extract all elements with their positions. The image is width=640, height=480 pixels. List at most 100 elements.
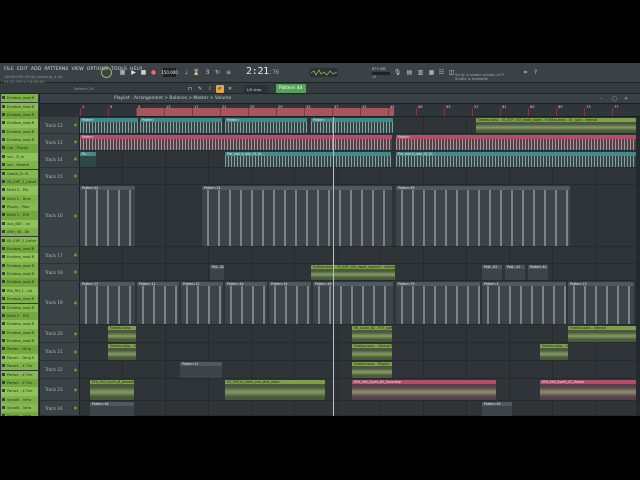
- pattern-clip[interactable]: Pattern 47: [180, 362, 222, 378]
- close-icon[interactable]: ✕: [624, 96, 628, 102]
- browser-channel-item[interactable]: 05_EXP_1_Lohar: [1, 236, 38, 245]
- browser-channel-item[interactable]: Parsec - 4 Tim: [1, 370, 38, 379]
- audio-clip[interactable]: EFX_040_Synth_B_whoosh: [90, 380, 134, 400]
- audio-clip[interactable]: Endless bass - Interval 63: [352, 344, 392, 360]
- browser-channel-item[interactable]: scz - Reverb: [1, 161, 38, 170]
- browser-channel-item[interactable]: Endless_mod.R: [1, 261, 38, 270]
- browser-channel-item[interactable]: Endless_mod.R: [1, 320, 38, 329]
- browser-channel-item[interactable]: Endless_mod.R: [1, 303, 38, 312]
- track-header[interactable]: Track 20: [40, 325, 80, 343]
- track-header[interactable]: Track 15: [40, 168, 80, 185]
- browser-channel-item[interactable]: Synakt - Infra: [1, 404, 38, 413]
- playlist-arrangement[interactable]: Pattern Pattern Pattern Pattern Endless …: [80, 117, 640, 416]
- pattern-clip[interactable]: Pattern 65: [396, 186, 570, 246]
- pencil-icon[interactable]: ✎: [196, 85, 204, 93]
- pattern-clip[interactable]: Patt...61: [482, 265, 502, 280]
- piano-roll-icon[interactable]: ▥: [416, 68, 425, 77]
- browser-channel-item[interactable]: Endless_mod.R: [1, 244, 38, 254]
- master-volume-knob[interactable]: [101, 67, 112, 78]
- browser-channel-item[interactable]: Endless_mod.R: [1, 270, 38, 279]
- menu-edit[interactable]: EDIT: [17, 67, 28, 72]
- audio-clip[interactable]: Endless bass - Inter: [108, 344, 136, 360]
- track-mute-led[interactable]: [74, 388, 77, 391]
- browser-channel-item[interactable]: Endless_mod.R: [1, 136, 38, 145]
- browser-channel-item[interactable]: scz - R_m: [1, 152, 38, 161]
- audio-clip[interactable]: Endless bass - Interval: [540, 344, 568, 360]
- browser-channel-item[interactable]: aux_687 - sn: [1, 219, 38, 228]
- step-edit-icon[interactable]: ≡: [224, 68, 233, 77]
- magnet-icon[interactable]: ⊓: [186, 85, 194, 93]
- loop-record-icon[interactable]: ↻: [213, 68, 222, 77]
- browser-channel-item[interactable]: Endless_mod.R: [1, 127, 38, 136]
- browser-channel-item[interactable]: Gated_CL R-: [1, 169, 38, 178]
- mic-icon[interactable]: 🎙: [393, 68, 402, 77]
- track-header[interactable]: Track 12: [40, 117, 80, 134]
- mixer-icon[interactable]: ☷: [437, 68, 446, 77]
- track-header[interactable]: Track 13: [40, 134, 80, 151]
- audio-clip[interactable]: Endless bass - 05_EXP_150_kwad_inspired …: [311, 265, 395, 280]
- browser-channel-item[interactable]: rub - Plucky: [1, 144, 38, 153]
- track-header[interactable]: Track 24: [40, 401, 80, 416]
- timeline-ruler[interactable]: 1 5 9 13 17 21 25 29 33 37 41 45 49 53 57 61 65 69 73 77: [80, 105, 640, 117]
- audio-clip[interactable]: Endless bass: [108, 326, 136, 342]
- track-mute-led[interactable]: [74, 157, 77, 161]
- draw-tool-icon[interactable]: ✐: [216, 85, 224, 93]
- browser-channel-item[interactable]: Parsec - Dmg K: [1, 353, 38, 362]
- time-display[interactable]: 2:21:76: [246, 66, 279, 77]
- menu-file[interactable]: FILE: [4, 67, 14, 72]
- browser-channel-item[interactable]: Endless_mod.R: [1, 328, 38, 337]
- track-mute-led[interactable]: [74, 140, 77, 144]
- pattern-clip[interactable]: Pattern 24: [202, 186, 392, 246]
- pattern-clip[interactable]: Pattern: [396, 135, 636, 150]
- pattern-clip[interactable]: Pre_mid in_adv_01_flr...: [225, 152, 391, 167]
- browser-channel-item[interactable]: Rib_RH_1 - pit: [1, 286, 38, 295]
- plugin-db-icon[interactable]: ⌗: [521, 68, 530, 77]
- pattern-clip[interactable]: Pattern 44: [269, 282, 311, 324]
- pattern-clip[interactable]: Pattern 39: [396, 282, 480, 324]
- browser-channel-item[interactable]: Multi 1 - PLE: [1, 211, 38, 220]
- track-mute-led[interactable]: [74, 270, 77, 274]
- pattern-clip[interactable]: Pattern 12: [181, 282, 223, 324]
- browser-channel-item[interactable]: Endless_mod.R: [1, 110, 38, 120]
- wait-input-icon[interactable]: ⌛: [192, 68, 201, 77]
- audio-clip[interactable]: EFX_040_Synth_02_Tempo: [540, 380, 636, 400]
- track-mute-led[interactable]: [74, 253, 77, 257]
- pattern-clip[interactable]: Pattern 44: [225, 282, 267, 324]
- track-header[interactable]: Track 21: [40, 343, 80, 361]
- pattern-clip[interactable]: Pa...: [80, 152, 96, 167]
- minimize-icon[interactable]: –: [600, 96, 603, 102]
- loop-region[interactable]: [136, 108, 394, 116]
- playlist-window-icon[interactable]: ▤: [405, 68, 414, 77]
- browser-channel-item[interactable]: Multi 2 - Rms: [1, 194, 38, 203]
- audio-clip[interactable]: 04_EXP_fx_fader_one_shot_down: [225, 380, 325, 400]
- pattern-clip[interactable]: Pattern: [225, 118, 307, 133]
- pattern-selector[interactable]: Pattern 44: [276, 84, 306, 93]
- track-mute-led[interactable]: [74, 406, 77, 410]
- stop-icon[interactable]: ■: [139, 68, 148, 77]
- browser-channel-item[interactable]: Endless_mod.R: [1, 278, 38, 287]
- track-header[interactable]: Track 23: [40, 379, 80, 401]
- track-mute-led[interactable]: [74, 350, 77, 353]
- track-header[interactable]: Track 14: [40, 151, 80, 168]
- menu-view[interactable]: VIEW: [71, 67, 83, 72]
- pattern-clip[interactable]: Pattern: [311, 118, 393, 133]
- track-header[interactable]: Track 18: [40, 264, 80, 281]
- brush-icon[interactable]: ⌇: [206, 85, 214, 93]
- browser-channel-item[interactable]: 05_EXP_1_Lohar: [1, 177, 38, 187]
- track-header[interactable]: Track 17: [40, 247, 80, 264]
- track-header[interactable]: Track 22: [40, 361, 80, 379]
- news-panel[interactable]: Scrip: A newer version of FL Studio is a…: [455, 73, 515, 82]
- browser-channel-item[interactable]: Parsec - 4 Tim: [1, 378, 38, 388]
- pattern-clip[interactable]: Pattern 49: [482, 402, 512, 416]
- browser-channel-item[interactable]: Endless_mod.R: [1, 119, 38, 128]
- record-icon[interactable]: ●: [149, 68, 158, 77]
- audio-clip[interactable]: Endless bass - Pluggrt - Interval 63: [352, 362, 392, 378]
- maximize-icon[interactable]: □: [612, 96, 617, 102]
- audio-clip[interactable]: EK_Lunch_B2 - EFX_splash: [352, 326, 392, 342]
- pattern-clip[interactable]: Pattern: [140, 118, 222, 133]
- browser-channel-item[interactable]: Endless_mod.R: [1, 337, 38, 346]
- delete-tool-icon[interactable]: ✕: [226, 85, 234, 93]
- pattern-clip[interactable]: Pattern 46: [313, 282, 393, 324]
- menu-add[interactable]: ADD: [31, 67, 42, 72]
- track-header[interactable]: Track 19: [40, 281, 80, 325]
